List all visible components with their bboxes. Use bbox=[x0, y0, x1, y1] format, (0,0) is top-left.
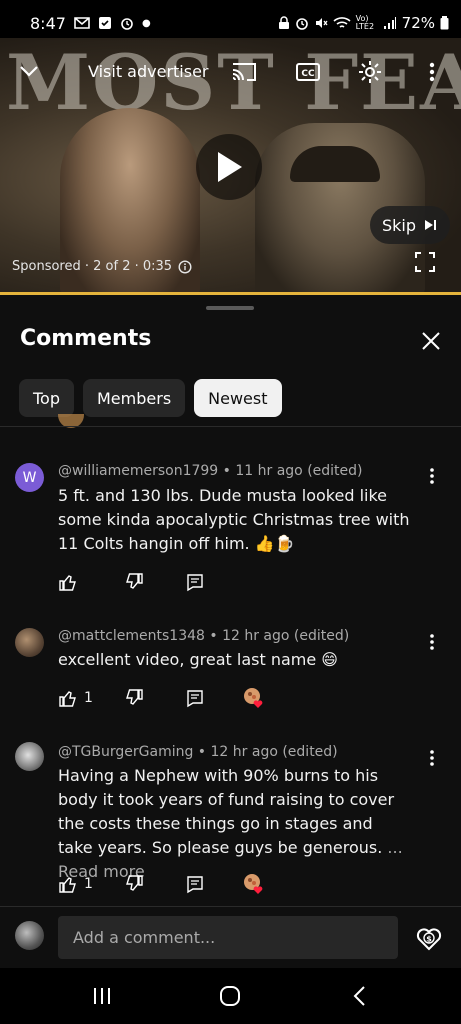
sponsored-text: Sponsored · 2 of 2 · 0:35 bbox=[12, 259, 173, 274]
play-icon bbox=[218, 152, 242, 182]
status-time: 8:47 bbox=[30, 13, 66, 33]
like-button[interactable]: 1 bbox=[58, 686, 93, 710]
more-vert-icon[interactable] bbox=[418, 58, 446, 86]
reply-icon bbox=[187, 574, 203, 592]
like-count: 1 bbox=[84, 876, 93, 892]
check-icon bbox=[98, 17, 111, 29]
reply-button[interactable] bbox=[185, 686, 205, 710]
super-thanks-icon[interactable]: $ bbox=[414, 923, 444, 953]
avatar[interactable] bbox=[15, 628, 44, 657]
thumbs-up-icon bbox=[59, 877, 76, 893]
comment-meta: @TGBurgerGaming • 12 hr ago (edited) bbox=[58, 744, 338, 760]
reply-icon bbox=[187, 876, 203, 894]
thumbs-down-icon bbox=[126, 573, 143, 589]
dislike-button[interactable] bbox=[124, 570, 144, 594]
comment-meta: @williamemerson1799 • 11 hr ago (edited) bbox=[58, 463, 363, 479]
skip-label: Skip bbox=[381, 215, 417, 235]
chips-divider bbox=[0, 426, 461, 427]
like-count: 1 bbox=[84, 690, 93, 706]
battery-percent: 72% bbox=[401, 14, 435, 32]
video-top-controls: Visit advertiser CC bbox=[0, 52, 461, 92]
system-nav-bar bbox=[0, 968, 461, 1024]
dislike-button[interactable] bbox=[124, 686, 144, 710]
close-icon[interactable] bbox=[418, 328, 444, 354]
captions-icon[interactable]: CC bbox=[294, 58, 322, 86]
chip-top[interactable]: Top bbox=[19, 379, 74, 417]
add-comment-bar: Add a comment... $ bbox=[0, 906, 461, 969]
comment-text: Having a Nephew with 90% burns to his bo… bbox=[58, 764, 410, 884]
settings-gear-icon[interactable] bbox=[356, 58, 384, 86]
network-label: Vo) LTE2 bbox=[355, 14, 375, 31]
reply-button[interactable] bbox=[185, 872, 205, 896]
like-button[interactable]: 1 bbox=[58, 872, 93, 896]
skip-next-icon bbox=[425, 220, 437, 230]
comment-menu-icon[interactable] bbox=[420, 630, 444, 654]
battery-icon bbox=[440, 16, 449, 30]
cast-icon[interactable] bbox=[230, 58, 258, 86]
sort-chips: Top Members Newest bbox=[19, 379, 282, 417]
mute-icon bbox=[315, 18, 328, 28]
svg-text:CC: CC bbox=[301, 69, 315, 79]
wifi-icon bbox=[333, 17, 351, 28]
thumbs-up-icon bbox=[59, 575, 76, 591]
add-comment-input[interactable]: Add a comment... bbox=[58, 916, 398, 959]
drag-handle[interactable] bbox=[206, 306, 254, 310]
ad-progress-bar bbox=[0, 292, 461, 295]
creator-heart-icon bbox=[244, 688, 263, 708]
thumbs-down-icon bbox=[126, 875, 143, 891]
comment-text: 5 ft. and 130 lbs. Dude musta looked lik… bbox=[58, 486, 410, 553]
home-icon[interactable] bbox=[216, 982, 244, 1010]
dislike-button[interactable] bbox=[124, 872, 144, 896]
chip-members[interactable]: Members bbox=[83, 379, 186, 417]
comment-body: Having a Nephew with 90% burns to his bo… bbox=[58, 766, 395, 857]
like-button[interactable] bbox=[58, 570, 84, 594]
comment-meta: @mattclements1348 • 12 hr ago (edited) bbox=[58, 628, 350, 644]
dot-icon: ● bbox=[141, 17, 151, 29]
reply-button[interactable] bbox=[185, 570, 205, 594]
alarm-icon bbox=[121, 18, 133, 30]
comment-menu-icon[interactable] bbox=[420, 464, 444, 488]
chip-newest[interactable]: Newest bbox=[194, 379, 282, 417]
svg-text:$: $ bbox=[426, 935, 432, 944]
back-icon[interactable] bbox=[346, 982, 374, 1010]
thumbs-up-icon bbox=[59, 691, 76, 707]
info-icon[interactable] bbox=[178, 259, 192, 274]
comment-text: excellent video, great last name 😄 bbox=[58, 650, 338, 669]
recent-apps-icon[interactable] bbox=[88, 982, 116, 1010]
signal-icon bbox=[383, 17, 396, 29]
avatar[interactable]: W bbox=[15, 463, 44, 492]
reply-icon bbox=[187, 690, 203, 708]
creator-heart-icon bbox=[244, 874, 263, 894]
chevron-down-icon[interactable] bbox=[16, 58, 42, 84]
comments-title: Comments bbox=[20, 326, 152, 351]
visit-advertiser-link[interactable]: Visit advertiser bbox=[88, 62, 209, 81]
skip-ad-button[interactable]: Skip bbox=[370, 206, 450, 244]
sponsored-info: Sponsored · 2 of 2 · 0:35 bbox=[12, 259, 192, 274]
alarm-icon-right bbox=[295, 18, 308, 30]
comment-menu-icon[interactable] bbox=[420, 746, 444, 770]
thumbs-down-icon bbox=[126, 689, 143, 705]
lock-icon bbox=[278, 16, 289, 29]
fullscreen-icon[interactable] bbox=[413, 250, 437, 274]
gmail-icon bbox=[74, 17, 90, 29]
avatar[interactable] bbox=[15, 742, 44, 771]
my-avatar bbox=[15, 921, 44, 950]
video-player[interactable]: MOST FEARED Visit advertiser CC Skip Spo… bbox=[0, 38, 461, 294]
play-button[interactable] bbox=[196, 134, 262, 200]
video-figure-hat bbox=[290, 146, 380, 182]
